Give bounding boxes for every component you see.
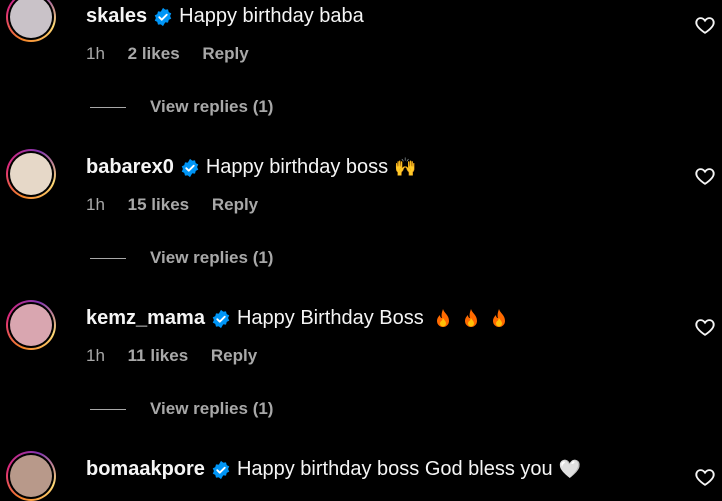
comment-time: 1h (86, 346, 105, 365)
likes-count[interactable]: 2 likes (128, 44, 180, 63)
comment-line: kemz_mama Happy Birthday Boss (86, 307, 508, 330)
comment-line: babarex0 Happy birthday boss 🙌 (86, 156, 417, 179)
fire-emoji-icon (492, 308, 505, 327)
reply-button[interactable]: Reply (211, 346, 257, 365)
reply-button[interactable]: Reply (202, 44, 248, 63)
verified-badge-icon (212, 460, 230, 479)
fire-emoji-icon (464, 308, 477, 327)
like-heart-icon[interactable] (694, 466, 716, 488)
comment-line: bomaakpore Happy birthday boss God bless… (86, 458, 581, 481)
comment-line: skales Happy birthday baba (86, 5, 364, 28)
view-replies-label: View replies (1) (150, 97, 274, 116)
raising-hands-emoji: 🙌 (394, 157, 417, 178)
avatar[interactable] (6, 0, 56, 42)
fire-emoji-icon (436, 308, 449, 327)
verified-badge-icon (181, 158, 199, 177)
comment-text: Happy birthday boss (205, 156, 389, 178)
white-heart-emoji: 🤍 (558, 459, 582, 480)
comment-time: 1h (86, 195, 105, 214)
divider-line (90, 106, 126, 108)
like-heart-icon[interactable] (694, 165, 716, 187)
likes-count[interactable]: 15 likes (128, 195, 189, 214)
like-heart-icon[interactable] (694, 316, 716, 338)
view-replies-button[interactable]: View replies (1) (90, 399, 273, 419)
avatar[interactable] (6, 451, 56, 501)
view-replies-button[interactable]: View replies (1) (90, 97, 273, 117)
comment-meta: 1h 11 likes Reply (86, 346, 275, 366)
comment-meta: 1h 2 likes Reply (86, 44, 267, 64)
comment-text: Happy birthday baba (179, 5, 364, 27)
reply-button[interactable]: Reply (212, 195, 258, 214)
likes-count[interactable]: 11 likes (128, 346, 189, 365)
comment-text: Happy birthday boss God bless you (236, 458, 553, 480)
avatar[interactable] (6, 149, 56, 199)
view-replies-label: View replies (1) (150, 248, 274, 267)
verified-badge-icon (154, 7, 172, 26)
comment-time: 1h (86, 44, 105, 63)
username[interactable]: skales (86, 5, 147, 28)
divider-line (90, 408, 126, 410)
verified-badge-icon (212, 309, 230, 328)
username[interactable]: bomaakpore (86, 458, 205, 481)
comment-text: Happy Birthday Boss (236, 307, 424, 329)
avatar[interactable] (6, 300, 56, 350)
view-replies-button[interactable]: View replies (1) (90, 248, 273, 268)
divider-line (90, 257, 126, 259)
username[interactable]: kemz_mama (86, 307, 205, 330)
username[interactable]: babarex0 (86, 156, 174, 179)
view-replies-label: View replies (1) (150, 399, 274, 418)
like-heart-icon[interactable] (694, 14, 716, 36)
comment-meta: 1h 15 likes Reply (86, 195, 276, 215)
